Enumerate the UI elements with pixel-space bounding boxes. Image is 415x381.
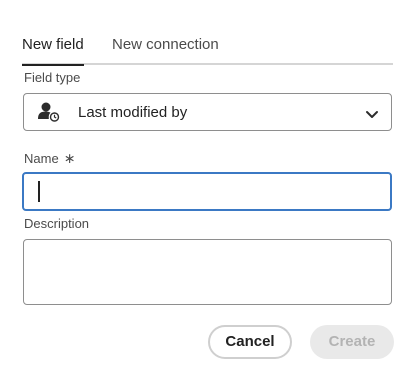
- chevron-down-icon: [365, 107, 379, 125]
- user-clock-icon: [37, 101, 63, 128]
- text-caret: [38, 181, 40, 202]
- name-input[interactable]: [22, 172, 392, 211]
- name-label: Name ∗: [24, 150, 75, 167]
- required-marker: ∗: [63, 150, 76, 166]
- create-button[interactable]: Create: [310, 325, 394, 359]
- name-label-text: Name: [24, 151, 59, 166]
- tab-bar: New field New connection: [22, 33, 393, 66]
- field-type-select[interactable]: Last modified by: [23, 93, 392, 131]
- field-type-value: Last modified by: [78, 104, 188, 121]
- tab-new-field[interactable]: New field: [22, 35, 84, 66]
- cancel-button[interactable]: Cancel: [208, 325, 292, 359]
- description-label: Description: [24, 216, 90, 231]
- description-textarea[interactable]: [23, 239, 392, 305]
- field-type-label: Field type: [24, 70, 81, 85]
- tab-new-connection[interactable]: New connection: [112, 35, 219, 62]
